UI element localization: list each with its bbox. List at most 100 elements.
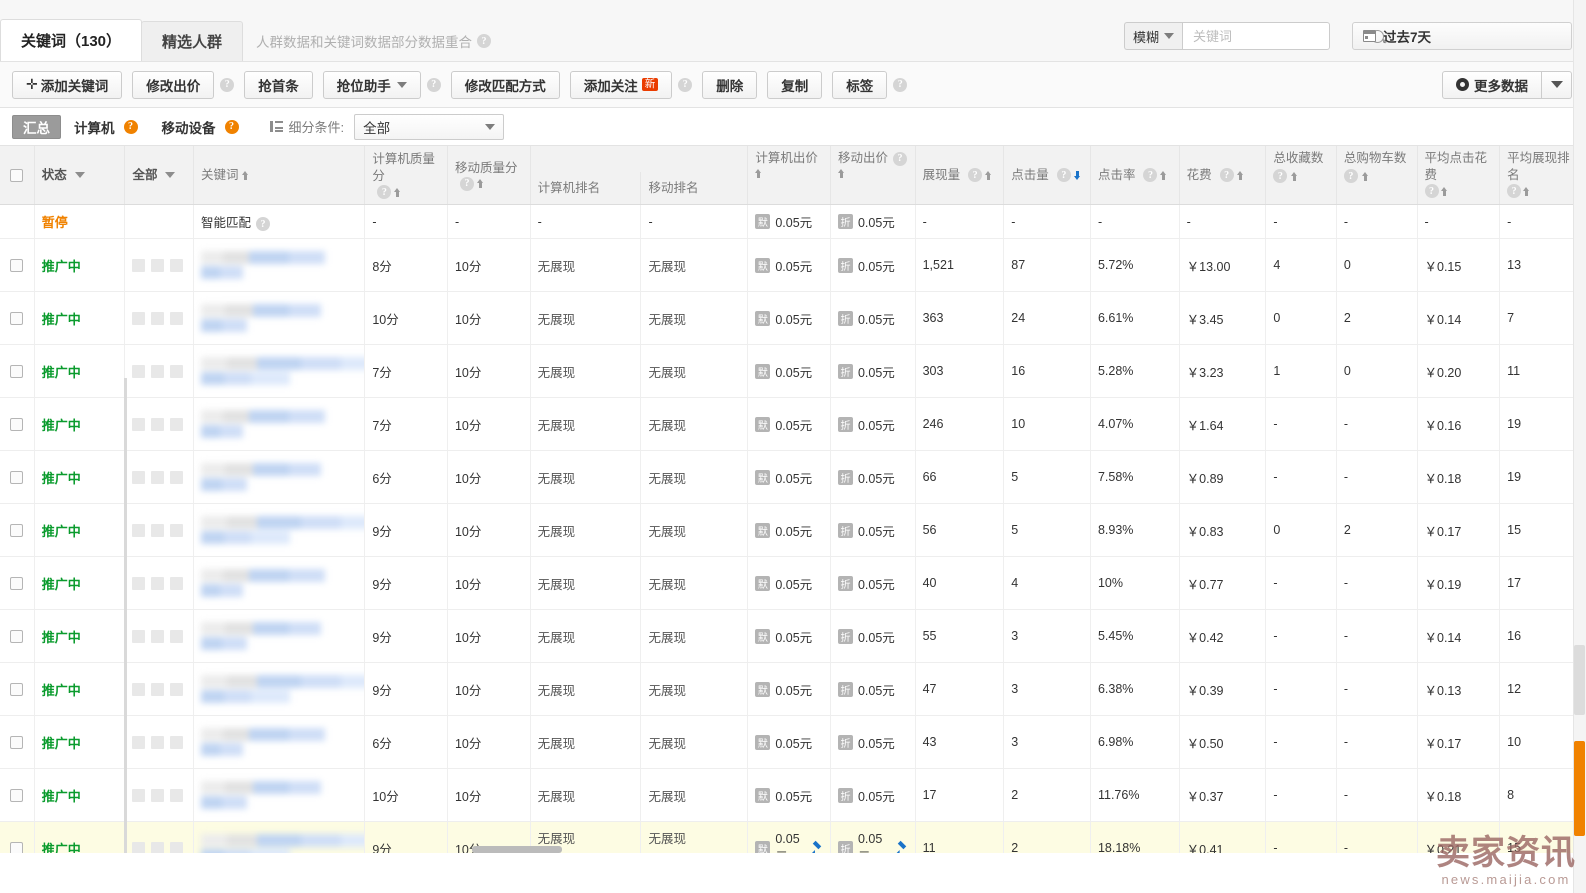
sort-asc-icon[interactable]	[1291, 171, 1298, 181]
vertical-scrollbar[interactable]	[1573, 0, 1586, 893]
edit-pencil-icon[interactable]	[811, 842, 823, 853]
cell-pc-bid[interactable]: 默 0.05元	[747, 609, 831, 663]
help-icon[interactable]: ?	[1219, 168, 1234, 182]
help-icon[interactable]: ?	[1343, 169, 1358, 183]
cell-keyword[interactable]	[193, 397, 366, 451]
help-icon[interactable]: ?	[224, 119, 239, 134]
cell-keyword[interactable]	[193, 450, 366, 504]
sort-asc-icon[interactable]	[1440, 186, 1448, 196]
sort-asc-icon[interactable]	[985, 170, 992, 180]
cell-pc-bid[interactable]: 默 0.05元	[747, 715, 831, 769]
modify-match-button[interactable]: 修改匹配方式	[450, 70, 560, 99]
more-data-dropdown[interactable]	[1542, 70, 1572, 99]
tag-help-icon[interactable]: ?	[893, 77, 908, 92]
modify-bid-button[interactable]: 修改出价	[132, 70, 215, 99]
cell-pc-bid[interactable]: 默 0.05元	[747, 291, 831, 345]
add-follow-help-icon[interactable]: ?	[678, 77, 693, 92]
table-row[interactable]: 推广中 9分 10分 无展现 无展现默 0.05元折 0.05元 56 5 8.93% ￥0.83 0…	[0, 503, 1586, 557]
cell-keyword[interactable]	[193, 238, 366, 292]
table-row[interactable]: 推广中 10分 10分 无展现 无展现默 0.05元折 0.05元 17 2 11.76% ￥0.3…	[0, 768, 1586, 822]
delete-button[interactable]: 删除	[702, 70, 758, 99]
th-carts[interactable]: 总购物车数 ?	[1336, 146, 1418, 205]
cell-mobile-bid[interactable]: 折 0.05元	[830, 662, 916, 716]
edit-pencil-icon[interactable]	[896, 842, 908, 853]
cell-mobile-bid[interactable]: 折 0.05元	[830, 556, 916, 610]
match-mode-select[interactable]: 模糊	[1123, 22, 1182, 50]
sort-asc-icon[interactable]	[1160, 170, 1167, 180]
th-pc-bid[interactable]: 计算机出价	[747, 146, 831, 205]
more-data-button[interactable]: 更多数据	[1442, 70, 1542, 99]
th-ctr[interactable]: 点击率 ?	[1090, 146, 1180, 205]
help-icon[interactable]: ?	[459, 176, 474, 191]
table-row[interactable]: 推广中 7分 10分 无展现 无展现默 0.05元折 0.05元 246 10 4.07% ￥1.6…	[0, 397, 1586, 451]
th-keyword[interactable]: 关键词	[193, 146, 366, 205]
scrollbar-thumb[interactable]	[1574, 741, 1585, 836]
sort-asc-icon[interactable]	[837, 169, 845, 178]
row-checkbox[interactable]	[10, 258, 24, 272]
th-pc-quality[interactable]: 计算机质量分 ?	[364, 146, 448, 205]
th-mobile-quality[interactable]: 移动质量分 ?	[447, 146, 531, 205]
distribution-link[interactable]: 分布	[648, 849, 740, 853]
cell-pc-bid[interactable]: 默 0.05元	[747, 503, 831, 557]
cell-mobile-bid[interactable]: 折 0.05元	[830, 768, 916, 822]
cell-pc-bid[interactable]: 默 0.05元	[747, 204, 831, 239]
cell-keyword[interactable]	[193, 556, 366, 610]
add-keyword-button[interactable]: ✛ 添加关键词	[12, 70, 123, 99]
help-icon[interactable]: ?	[477, 34, 492, 48]
th-favorites[interactable]: 总收藏数 ?	[1265, 146, 1337, 205]
row-checkbox[interactable]	[10, 841, 24, 853]
row-checkbox[interactable]	[10, 682, 24, 696]
cell-mobile-bid[interactable]: 折 0.05元	[830, 238, 916, 292]
cell-keyword[interactable]	[193, 715, 366, 769]
row-checkbox[interactable]	[10, 788, 24, 802]
horizontal-scrollbar[interactable]	[472, 846, 562, 853]
cell-mobile-bid[interactable]: 折 0.05元	[830, 344, 916, 398]
add-follow-button[interactable]: 添加关注 新	[569, 70, 673, 99]
sort-desc-icon[interactable]	[1073, 170, 1081, 180]
cell-pc-bid[interactable]: 默 0.05元	[747, 344, 831, 398]
cell-keyword[interactable]	[193, 344, 366, 398]
th-cost[interactable]: 花费 ?	[1179, 146, 1267, 205]
cell-mobile-bid[interactable]: 折 0.05元	[830, 821, 916, 853]
sort-asc-icon[interactable]	[1523, 186, 1530, 196]
th-avg-cpc[interactable]: 平均点击花费 ?	[1417, 146, 1501, 205]
row-checkbox[interactable]	[10, 470, 24, 484]
table-row[interactable]: 推广中 9分 10分 无展现 无展现默 0.05元折 0.05元 47 3 6.38% ￥0.39-…	[0, 662, 1586, 716]
cell-keyword[interactable]: 智能匹配?	[193, 204, 366, 239]
cell-pc-bid[interactable]: 默 0.05元	[747, 662, 831, 716]
device-tab-pc[interactable]: 计算机 ?	[63, 115, 149, 139]
help-icon[interactable]: ?	[1507, 184, 1522, 198]
cell-keyword[interactable]	[193, 768, 366, 822]
row-checkbox[interactable]	[10, 364, 24, 378]
cell-pc-bid[interactable]: 默 0.05元	[747, 397, 831, 451]
table-row[interactable]: 推广中 6分 10分 无展现 无展现默 0.05元折 0.05元 66 5 7.58% ￥0.89-…	[0, 450, 1586, 504]
th-clicks[interactable]: 点击量 ?	[1003, 146, 1091, 205]
table-row[interactable]: 推广中 8分 10分 无展现 无展现默 0.05元折 0.05元 1,521 87 5.72% ￥1…	[0, 238, 1586, 292]
cell-keyword[interactable]	[193, 662, 366, 716]
cell-mobile-bid[interactable]: 折 0.05元	[830, 204, 916, 239]
cell-keyword[interactable]	[193, 821, 366, 853]
table-row[interactable]: 推广中9分10分无展现分布无展现分布默0.05元折0.05元11218.18%￥…	[0, 821, 1586, 853]
column-divider-handle[interactable]	[124, 378, 127, 853]
position-helper-help-icon[interactable]: ?	[426, 77, 441, 92]
chevron-down-icon[interactable]	[74, 172, 85, 178]
help-icon[interactable]: ?	[968, 168, 983, 182]
sort-asc-icon[interactable]	[1361, 171, 1369, 181]
help-icon[interactable]: ?	[123, 119, 138, 134]
th-mobile-bid[interactable]: 移动出价 ?	[830, 146, 916, 205]
row-checkbox[interactable]	[10, 576, 24, 590]
sort-asc-icon[interactable]	[755, 169, 762, 178]
cell-mobile-bid[interactable]: 折 0.05元	[830, 503, 916, 557]
cell-mobile-bid[interactable]: 折 0.05元	[830, 450, 916, 504]
help-icon[interactable]: ?	[256, 217, 271, 232]
th-status[interactable]: 状态	[34, 146, 126, 205]
sort-asc-icon[interactable]	[394, 187, 401, 197]
row-checkbox[interactable]	[10, 523, 24, 537]
table-row[interactable]: 推广中 6分 10分 无展现 无展现默 0.05元折 0.05元 43 3 6.98% ￥0.50-…	[0, 715, 1586, 769]
cell-mobile-bid[interactable]: 折 0.05元	[830, 291, 916, 345]
row-checkbox[interactable]	[10, 735, 24, 749]
row-checkbox[interactable]	[10, 417, 24, 431]
position-helper-button[interactable]: 抢位助手	[322, 70, 421, 99]
copy-button[interactable]: 复制	[767, 70, 823, 99]
cell-mobile-bid[interactable]: 折 0.05元	[830, 397, 916, 451]
